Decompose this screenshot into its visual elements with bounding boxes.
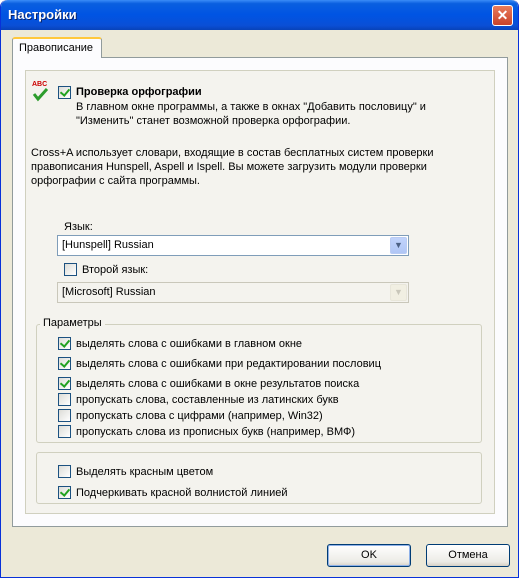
param-checkbox-1[interactable] <box>58 337 71 350</box>
spellcheck-checkbox[interactable] <box>58 86 71 99</box>
language-select[interactable]: [Hunspell] Russian ▼ <box>57 235 409 256</box>
spellcheck-desc-2: "Изменить" станет возможной проверка орф… <box>76 115 351 127</box>
param-checkbox-2[interactable] <box>58 357 71 370</box>
info-line-3: орфографии с сайта программы. <box>31 175 200 187</box>
second-language-value: [Microsoft] Russian <box>62 286 156 298</box>
second-language-select[interactable]: [Microsoft] Russian ▼ <box>57 282 409 303</box>
spellcheck-desc-1: В главном окне программы, а также в окна… <box>76 101 426 113</box>
close-icon[interactable]: ✕ <box>492 5 513 26</box>
highlight-red-checkbox[interactable] <box>58 465 71 478</box>
param-label-6[interactable]: пропускать слова из прописных букв (напр… <box>76 426 355 438</box>
param-label-1[interactable]: выделять слова с ошибками в главном окне <box>76 338 302 350</box>
window-title: Настройки <box>8 7 77 22</box>
second-language-label[interactable]: Второй язык: <box>82 264 148 276</box>
second-language-checkbox[interactable] <box>64 263 77 276</box>
cancel-button[interactable]: Отмена <box>426 544 510 567</box>
settings-window: Настройки ✕ Правописание ABC Проверка ор… <box>0 0 519 578</box>
param-checkbox-5[interactable] <box>58 409 71 422</box>
chevron-down-icon[interactable]: ▼ <box>390 284 407 301</box>
param-checkbox-3[interactable] <box>58 377 71 390</box>
param-label-3[interactable]: выделять слова с ошибками в окне результ… <box>76 378 359 390</box>
title-bar[interactable]: Настройки ✕ <box>1 0 518 30</box>
ok-button[interactable]: OK <box>327 544 411 567</box>
language-value: [Hunspell] Russian <box>62 239 154 251</box>
info-line-1: Cross+A использует словари, входящие в с… <box>31 147 434 159</box>
underline-wavy-label[interactable]: Подчеркивать красной волнистой линией <box>76 487 288 499</box>
info-line-2: правописания Hunspell, Aspell и Ispell. … <box>31 161 427 173</box>
language-label: Язык: <box>64 221 93 233</box>
param-label-5[interactable]: пропускать слова с цифрами (например, Wi… <box>76 410 323 422</box>
spelling-content: ABC Проверка орфографии В главном окне п… <box>25 70 495 514</box>
param-checkbox-4[interactable] <box>58 393 71 406</box>
underline-wavy-checkbox[interactable] <box>58 486 71 499</box>
spellcheck-label[interactable]: Проверка орфографии <box>76 86 202 98</box>
tab-spelling[interactable]: Правописание <box>12 37 102 58</box>
parameters-group-title: Параметры <box>40 317 105 329</box>
highlight-red-label[interactable]: Выделять красным цветом <box>76 466 213 478</box>
spellcheck-icon: ABC <box>32 81 50 102</box>
param-label-4[interactable]: пропускать слова, составленные из латинс… <box>76 394 339 406</box>
param-label-2[interactable]: выделять слова с ошибками при редактиров… <box>76 358 381 370</box>
chevron-down-icon[interactable]: ▼ <box>390 237 407 254</box>
param-checkbox-6[interactable] <box>58 425 71 438</box>
